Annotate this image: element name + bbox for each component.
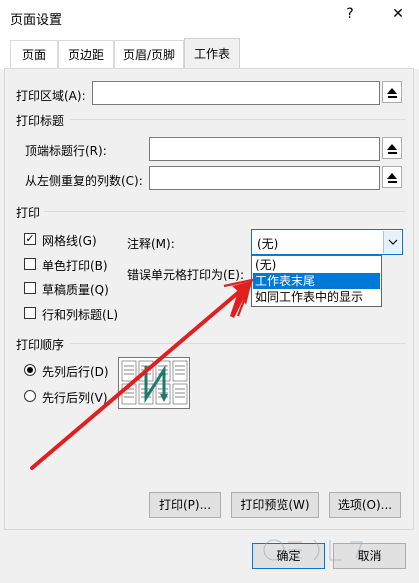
watermark-logo-icon <box>263 539 363 561</box>
annotation-arrow-icon <box>30 278 254 470</box>
